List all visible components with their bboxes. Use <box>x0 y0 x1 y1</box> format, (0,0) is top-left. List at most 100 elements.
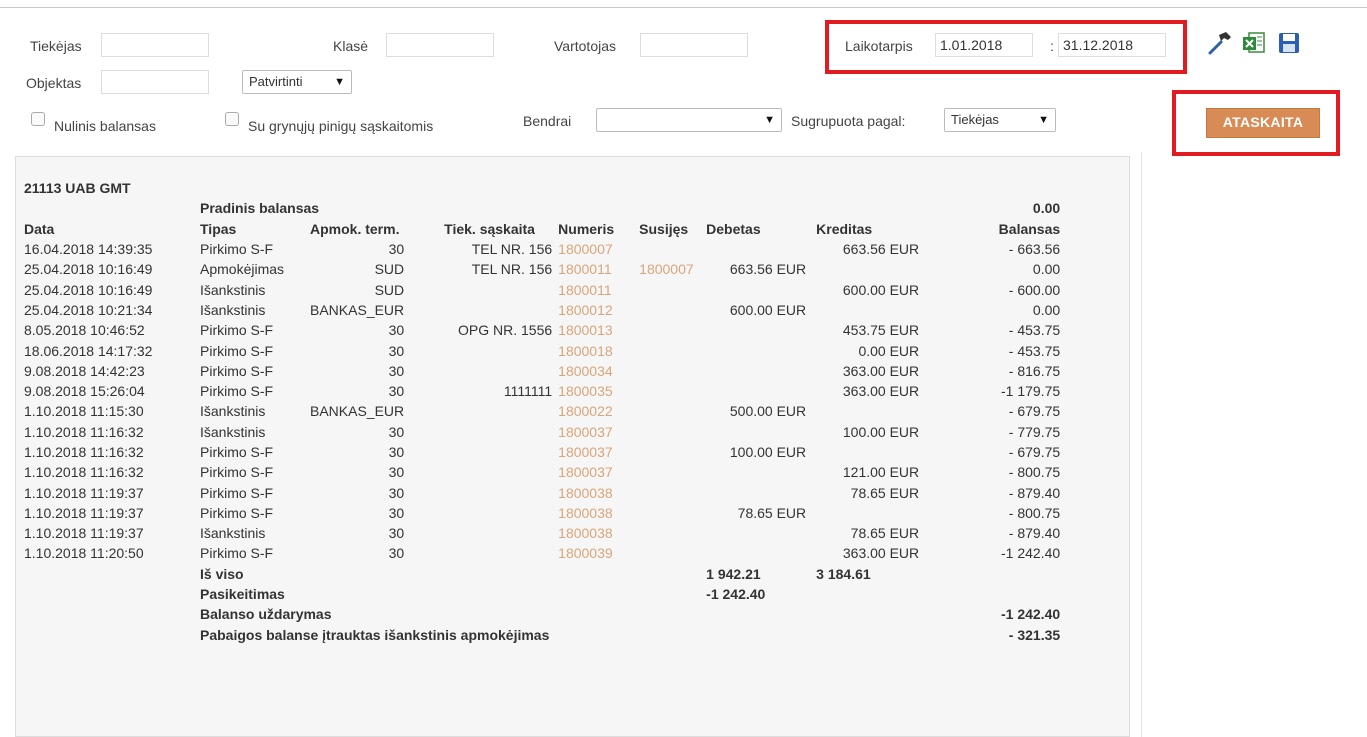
excel-export-icon[interactable] <box>1241 30 1267 56</box>
cell-number[interactable]: 1800038 <box>558 503 639 523</box>
cell-number[interactable]: 1800037 <box>558 462 639 482</box>
table-row: 1.10.2018 11:16:32 Išankstinis 30 1800037 10… <box>24 422 1060 442</box>
cell-balance: - 453.75 <box>1008 342 1061 359</box>
cell-credit: 78.65 EUR <box>850 484 920 501</box>
cell-balance: - 679.75 <box>1008 403 1061 420</box>
cell-balance: - 879.40 <box>1008 525 1061 542</box>
report-table: 21113 UAB GMT Pradinis balansas 0.00 Dat… <box>24 178 1060 645</box>
cell-date: 1.10.2018 11:20:50 <box>24 545 144 562</box>
chevron-down-icon: ▼ <box>1038 114 1049 126</box>
cell-number[interactable]: 1800037 <box>558 422 639 442</box>
table-row: 25.04.2018 10:16:49 Išankstinis SUD 1800011… <box>24 279 1060 299</box>
cell-number[interactable]: 1800013 <box>558 320 639 340</box>
zero-balance-checkbox[interactable] <box>31 112 45 126</box>
cash-accounts-checkbox[interactable] <box>225 112 239 126</box>
grouped-by-select-value: Tiekėjas <box>951 112 999 127</box>
cell-balance: - 800.75 <box>1008 504 1061 521</box>
grouped-by-label: Sugrupuota pagal: <box>791 113 906 129</box>
cell-payment-term: BANKAS_EUR <box>310 403 405 420</box>
cell-balance: - 453.75 <box>1008 322 1061 339</box>
cell-credit <box>816 401 933 421</box>
cell-date: 1.10.2018 11:16:32 <box>24 444 144 460</box>
cell-date: 1.10.2018 11:19:37 <box>24 525 144 542</box>
cell-balance: - 879.40 <box>1008 484 1061 501</box>
cell-debit: 500.00 EUR <box>729 403 807 420</box>
cell-related <box>639 462 706 482</box>
cell-payment-term: 30 <box>388 362 405 379</box>
cell-date: 1.10.2018 11:16:32 <box>24 423 144 440</box>
cell-credit: 453.75 EUR <box>842 322 920 339</box>
cell-balance: - 679.75 <box>1008 444 1061 460</box>
cell-balance: - 816.75 <box>1008 362 1061 379</box>
cell-number[interactable]: 1800012 <box>558 300 639 320</box>
period-label: Laikotarpis <box>845 38 913 54</box>
cell-payment-term: BANKAS_EUR <box>310 301 405 318</box>
table-row: 9.08.2018 14:42:23 Pirkimo S-F 30 1800034 36… <box>24 361 1060 381</box>
cell-supplier-invoice <box>444 361 558 381</box>
user-input[interactable] <box>640 33 748 57</box>
cell-credit: 363.00 EUR <box>842 545 920 562</box>
cell-type: Išankstinis <box>200 281 266 298</box>
cell-number[interactable]: 1800011 <box>558 279 639 299</box>
general-select[interactable]: ▼ <box>596 108 782 132</box>
object-input[interactable] <box>101 70 209 94</box>
cell-debit <box>706 361 816 381</box>
cell-related <box>639 543 706 563</box>
supplier-input[interactable] <box>101 33 209 57</box>
cell-date: 9.08.2018 15:26:04 <box>24 383 145 400</box>
cell-related <box>639 239 706 259</box>
cell-debit <box>706 340 816 360</box>
chevron-down-icon: ▼ <box>764 114 775 126</box>
period-separator: : <box>1050 38 1054 54</box>
cell-number[interactable]: 1800034 <box>558 361 639 381</box>
save-icon[interactable] <box>1276 30 1302 56</box>
cell-type: Pirkimo S-F <box>200 362 274 379</box>
table-row: 25.04.2018 10:21:34 Išankstinis BANKAS_EUR… <box>24 300 1060 320</box>
col-header-debit: Debetas <box>706 220 761 237</box>
cell-date: 25.04.2018 10:16:49 <box>24 281 153 298</box>
settings-hammer-icon[interactable] <box>1207 30 1233 56</box>
cell-supplier-invoice <box>444 340 558 360</box>
grouped-by-select[interactable]: Tiekėjas ▼ <box>944 108 1056 132</box>
report-button[interactable]: ATASKAITA <box>1206 108 1320 138</box>
cell-number[interactable]: 1800022 <box>558 401 639 421</box>
cell-number[interactable]: 1800038 <box>558 482 639 502</box>
class-input[interactable] <box>386 33 494 57</box>
cell-debit: 663.56 EUR <box>729 261 807 278</box>
cell-number[interactable]: 1800038 <box>558 523 639 543</box>
change-value: -1 242.40 <box>706 586 766 603</box>
cell-payment-term: 30 <box>388 444 405 460</box>
cell-related <box>639 442 706 462</box>
table-row: 1.10.2018 11:16:32 Pirkimo S-F 30 1800037 10… <box>24 442 1060 462</box>
cell-related <box>639 320 706 340</box>
cell-credit <box>816 300 933 320</box>
col-header-date: Data <box>24 220 55 237</box>
cell-type: Išankstinis <box>200 525 266 542</box>
status-select[interactable]: Patvirtinti ▼ <box>242 70 352 94</box>
period-to-input[interactable] <box>1058 33 1166 57</box>
table-row: 16.04.2018 14:39:35 Pirkimo S-F 30 TEL NR. … <box>24 239 1060 259</box>
supplier-label: Tiekėjas <box>30 38 82 54</box>
cell-payment-term: 30 <box>388 241 405 258</box>
cell-type: Apmokėjimas <box>200 261 285 278</box>
cell-credit: 100.00 EUR <box>842 423 920 440</box>
cell-number[interactable]: 1800011 <box>558 259 639 279</box>
cell-payment-term: 30 <box>388 504 405 521</box>
closing-value: -1 242.40 <box>1000 606 1061 623</box>
cell-related <box>639 340 706 360</box>
cell-number[interactable]: 1800018 <box>558 340 639 360</box>
cell-number[interactable]: 1800039 <box>558 543 639 563</box>
period-from-input[interactable] <box>935 33 1033 57</box>
cell-number[interactable]: 1800035 <box>558 381 639 401</box>
cell-supplier-invoice: OPG NR. 1556 <box>458 322 553 339</box>
cell-number[interactable]: 1800037 <box>558 442 639 462</box>
cell-related <box>639 503 706 523</box>
cell-balance: - 800.75 <box>1008 464 1061 481</box>
cell-number[interactable]: 1800007 <box>558 239 639 259</box>
table-row: 1.10.2018 11:19:37 Pirkimo S-F 30 1800038 78… <box>24 482 1060 502</box>
cell-related[interactable]: 1800007 <box>639 259 706 279</box>
class-label: Klasė <box>333 38 369 54</box>
cell-debit <box>706 239 816 259</box>
cell-date: 25.04.2018 10:21:34 <box>24 301 153 318</box>
cell-related <box>639 422 706 442</box>
